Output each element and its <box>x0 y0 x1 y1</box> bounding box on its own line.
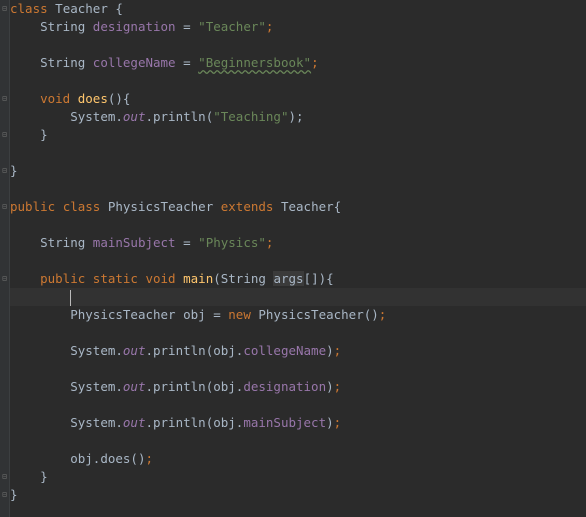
parameter-name: args <box>273 271 304 286</box>
code-line-main-subject[interactable]: String mainSubject = "Physics"; <box>10 234 586 252</box>
code-line-new-object[interactable]: PhysicsTeacher obj = new PhysicsTeacher(… <box>10 306 586 324</box>
parent-class: Teacher{ <box>280 199 342 214</box>
static-field: out <box>122 343 146 358</box>
text-caret <box>70 289 72 306</box>
keyword: void <box>145 271 176 286</box>
keyword: public <box>40 271 86 286</box>
code-line-designation[interactable]: String designation = "Teacher"; <box>10 18 586 36</box>
string-literal: "Teacher" <box>198 19 266 34</box>
semicolon: ; <box>378 307 387 322</box>
class-ref: System. <box>70 379 123 394</box>
class-ref: System. <box>70 415 123 430</box>
declaration: PhysicsTeacher obj = <box>70 307 229 322</box>
semicolon: ; <box>333 343 342 358</box>
brace: } <box>40 469 48 484</box>
method-call: .println(obj. <box>145 343 244 358</box>
editor-gutter: ⊟ ⊟ ⊟ ⊟ ⊟ ⊟ ⊟ ⊟ <box>0 0 10 517</box>
fold-collapse-icon[interactable]: ⊟ <box>1 202 8 211</box>
keyword: void <box>40 91 71 106</box>
semicolon: ; <box>333 379 342 394</box>
field-name: collegeName <box>243 343 327 358</box>
fold-collapse-icon[interactable]: ⊟ <box>1 274 8 283</box>
class-ref: System. <box>70 343 123 358</box>
code-line-obj-does[interactable]: obj.does(); <box>10 450 586 468</box>
parameter-type: (String <box>213 271 274 286</box>
fold-end-icon[interactable]: ⊟ <box>1 166 8 175</box>
method-name: main <box>183 271 214 286</box>
operator: = <box>175 19 199 34</box>
field-name: mainSubject <box>243 415 327 430</box>
class-name: Teacher { <box>55 1 123 16</box>
code-line-current[interactable] <box>10 288 586 306</box>
type: String <box>40 235 86 250</box>
fold-end-icon[interactable]: ⊟ <box>1 490 8 499</box>
fold-end-icon[interactable]: ⊟ <box>1 472 8 481</box>
semicolon: ; <box>145 451 154 466</box>
method-name: does <box>77 91 108 106</box>
field-name: designation <box>243 379 327 394</box>
keyword: new <box>228 307 251 322</box>
code-line-does-method[interactable]: void does(){ <box>10 90 586 108</box>
brace: } <box>10 163 18 178</box>
method-call: .println(obj. <box>145 415 244 430</box>
keyword: class <box>10 1 48 16</box>
code-line-main-method[interactable]: public static void main(String args[]){ <box>10 270 586 288</box>
keyword: static <box>92 271 138 286</box>
string-literal: "Beginnersbook" <box>198 55 312 70</box>
string-literal: "Physics" <box>198 235 266 250</box>
constructor-call: PhysicsTeacher() <box>250 307 379 322</box>
static-field: out <box>122 109 146 124</box>
punctuation: (){ <box>107 91 131 106</box>
type: String <box>40 19 86 34</box>
static-field: out <box>122 415 146 430</box>
code-line-brace[interactable]: } <box>10 468 586 486</box>
operator: = <box>175 55 199 70</box>
punctuation: ); <box>288 109 304 124</box>
field-name: mainSubject <box>92 235 176 250</box>
class-name: PhysicsTeacher <box>107 199 214 214</box>
punctuation: ) <box>326 379 334 394</box>
type: String <box>40 55 86 70</box>
code-line-println-college-name[interactable]: System.out.println(obj.collegeName); <box>10 342 586 360</box>
keyword: extends <box>220 199 274 214</box>
punctuation: ) <box>326 343 334 358</box>
code-line-println-teaching[interactable]: System.out.println("Teaching"); <box>10 108 586 126</box>
semicolon: ; <box>311 55 319 70</box>
semicolon: ; <box>265 19 274 34</box>
code-line-class-teacher[interactable]: class Teacher { <box>10 0 586 18</box>
semicolon: ; <box>333 415 342 430</box>
brace: } <box>40 127 48 142</box>
fold-end-icon[interactable]: ⊟ <box>1 130 8 139</box>
keyword: class <box>62 199 101 214</box>
code-line-brace[interactable]: } <box>10 486 586 504</box>
class-ref: System. <box>70 109 123 124</box>
method-call: .println(obj. <box>145 379 244 394</box>
method-call: obj.does() <box>70 451 146 466</box>
field-name: collegeName <box>92 55 176 70</box>
code-line-println-designation[interactable]: System.out.println(obj.designation); <box>10 378 586 396</box>
code-line-class-physics-teacher[interactable]: public class PhysicsTeacher extends Teac… <box>10 198 586 216</box>
punctuation: []){ <box>303 271 334 286</box>
code-editor[interactable]: ⊟ ⊟ ⊟ ⊟ ⊟ ⊟ ⊟ ⊟ class Teacher { String d… <box>0 0 586 517</box>
code-line-brace[interactable]: } <box>10 162 586 180</box>
keyword: public <box>10 199 56 214</box>
fold-collapse-icon[interactable]: ⊟ <box>1 4 8 13</box>
semicolon: ; <box>265 235 274 250</box>
code-line-brace[interactable]: } <box>10 126 586 144</box>
code-line-println-main-subject[interactable]: System.out.println(obj.mainSubject); <box>10 414 586 432</box>
brace: } <box>10 487 18 502</box>
static-field: out <box>122 379 146 394</box>
string-literal: "Teaching" <box>213 109 289 124</box>
method-call: .println( <box>145 109 214 124</box>
fold-collapse-icon[interactable]: ⊟ <box>1 94 8 103</box>
operator: = <box>175 235 199 250</box>
code-line-college-name[interactable]: String collegeName = "Beginnersbook"; <box>10 54 586 72</box>
punctuation: ) <box>326 415 334 430</box>
field-name: designation <box>92 19 176 34</box>
